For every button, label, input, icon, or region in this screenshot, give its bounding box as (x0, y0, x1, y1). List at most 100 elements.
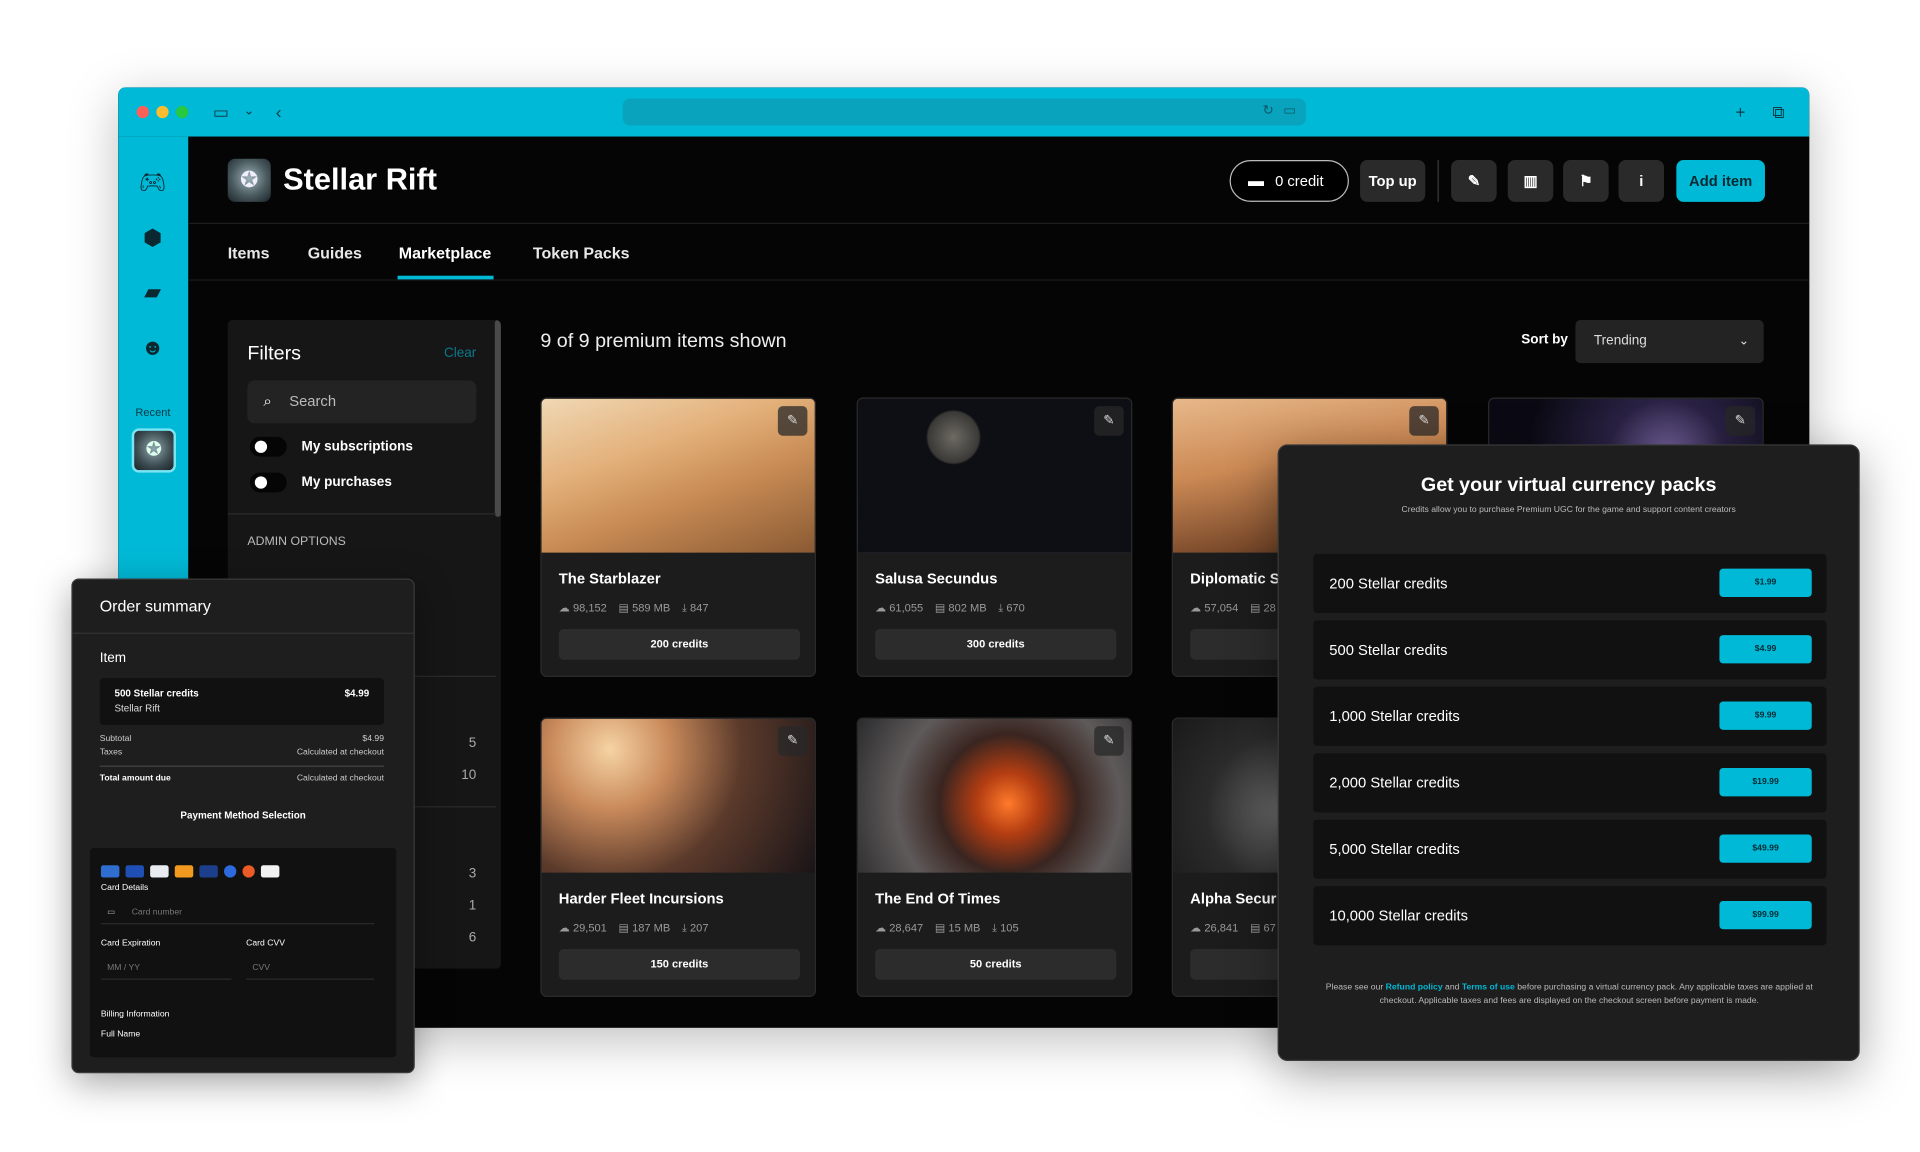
filters-title: Filters (247, 343, 302, 365)
chevron-down-icon[interactable]: ⌄ (244, 101, 254, 123)
taxes-value: Calculated at checkout (296, 748, 385, 757)
folder-icon[interactable]: ▰ (135, 277, 169, 307)
top-up-button[interactable]: Top up (1360, 160, 1426, 202)
card-number-placeholder: Card number (131, 908, 182, 917)
pack-name: 5,000 Stellar credits (1329, 840, 1460, 858)
maximize-window-button[interactable] (176, 105, 189, 119)
pack-buy-button[interactable]: $99.99 (1719, 900, 1812, 930)
tab-guides[interactable]: Guides (308, 244, 362, 262)
item-image (541, 398, 815, 553)
edit-button[interactable]: ✎ (1451, 160, 1497, 202)
packs-title: Get your virtual currency packs (1420, 475, 1717, 497)
toggle-switch[interactable] (249, 472, 287, 493)
pack-buy-button[interactable]: $9.99 (1719, 701, 1812, 730)
cubes-icon[interactable]: ⬢ (135, 223, 169, 253)
pencil-icon[interactable]: ✎ (777, 406, 808, 436)
diners-icon[interactable] (125, 865, 145, 878)
add-item-button[interactable]: Add item (1676, 160, 1765, 202)
item-card[interactable]: ✎ Harder Fleet Incursions ☁ 29,501 ▤ 187… (540, 717, 817, 997)
item-card[interactable]: ✎ The End Of Times ☁ 28,647 ▤ 15 MB ⤓ 10… (856, 717, 1133, 997)
total-value: Calculated at checkout (296, 774, 385, 783)
mastercard-icon[interactable] (242, 865, 255, 878)
terms-of-use-link[interactable]: Terms of use (1462, 983, 1515, 992)
card-brands (100, 862, 286, 884)
pencil-icon[interactable]: ✎ (1725, 406, 1756, 436)
discover-icon[interactable] (174, 865, 194, 878)
minimize-window-button[interactable] (156, 105, 169, 119)
wallet-icon: ▬ (1248, 171, 1265, 190)
back-icon[interactable]: ‹ (276, 101, 282, 123)
item-stats: ☁ 29,501 ▤ 187 MB ⤓ 207 (559, 922, 717, 936)
reload-icon[interactable]: ↻ (1263, 102, 1274, 118)
total-label: Total amount due (99, 774, 171, 783)
card-number-input[interactable]: ▭ Card number (100, 902, 375, 925)
pack-buy-button[interactable]: $19.99 (1719, 768, 1812, 797)
pack-buy-button[interactable]: $1.99 (1719, 568, 1812, 597)
url-bar[interactable]: ↻ ▭ (622, 98, 1306, 126)
pencil-icon: ✎ (1467, 172, 1481, 190)
item-price-button[interactable]: 150 credits (558, 948, 801, 980)
order-summary-title: Order summary (99, 596, 211, 616)
chart-icon: ▥ (1523, 172, 1538, 190)
clear-filters-link[interactable]: Clear (444, 346, 476, 361)
item-price-button[interactable]: 50 credits (875, 948, 1117, 980)
search-icon: ⌕ (263, 392, 272, 410)
order-summary-header: Order summary (72, 580, 414, 634)
header-divider (1437, 160, 1439, 202)
pencil-icon[interactable]: ✎ (1094, 406, 1124, 436)
footer-text: and (1445, 983, 1460, 993)
users-icon[interactable]: ☻ (135, 332, 169, 362)
item-price-button[interactable]: 300 credits (875, 628, 1117, 660)
new-tab-icon[interactable]: + (1735, 101, 1745, 123)
card-expiration-label: Card Expiration (100, 939, 161, 948)
visa-icon[interactable] (260, 865, 280, 878)
amex-icon[interactable] (100, 865, 120, 878)
tab-marketplace[interactable]: Marketplace (399, 244, 492, 262)
search-input[interactable]: ⌕ Search (247, 380, 477, 424)
pack-buy-button[interactable]: $49.99 (1719, 834, 1812, 863)
pencil-icon[interactable]: ✎ (1409, 406, 1439, 436)
page-title: Stellar Rift (283, 162, 437, 197)
maestro-icon[interactable] (224, 865, 237, 878)
filters-scrollbar[interactable] (494, 320, 501, 517)
sidebar-toggle-icon[interactable]: ▭ (213, 101, 229, 123)
gamepad-icon[interactable]: 🎮︎ (135, 167, 169, 197)
jcb-icon[interactable] (199, 865, 218, 878)
report-button[interactable]: ⚑ (1563, 160, 1609, 202)
card-cvv-input[interactable]: CVV (246, 958, 375, 980)
card-cvv-label: Card CVV (246, 939, 285, 948)
flag-icon: ⚑ (1579, 172, 1593, 190)
tab-items[interactable]: Items (228, 244, 270, 262)
currency-pack-row: 2,000 Stellar credits $19.99 (1313, 753, 1827, 813)
tabs-overview-icon[interactable]: ⧉ (1772, 101, 1784, 123)
refund-policy-link[interactable]: Refund policy (1386, 983, 1443, 992)
pack-name: 1,000 Stellar credits (1329, 707, 1460, 725)
tab-token-packs[interactable]: Token Packs (533, 244, 630, 262)
pack-buy-button[interactable]: $4.99 (1719, 635, 1812, 664)
recent-game-thumbnail[interactable]: ✪ (131, 428, 177, 473)
file-size: ▤ 15 MB (934, 921, 981, 935)
pencil-icon[interactable]: ✎ (1094, 726, 1124, 756)
credit-balance-pill[interactable]: ▬ 0 credit (1229, 160, 1349, 202)
sort-label: Sort by (1521, 332, 1568, 348)
install-count: ⤓ 105 (992, 921, 1019, 935)
item-image (857, 398, 1132, 553)
close-window-button[interactable] (136, 105, 149, 119)
card-expiration-input[interactable]: MM / YY (100, 958, 232, 980)
file-size: ▤ 67 (1249, 921, 1276, 935)
credit-balance: 0 credit (1275, 172, 1324, 190)
file-size: ▤ 187 MB (618, 921, 671, 935)
pencil-icon[interactable]: ✎ (777, 726, 808, 756)
item-card[interactable]: ✎ Salusa Secundus ☁ 61,055 ▤ 802 MB ⤓ 67… (856, 397, 1133, 677)
sort-dropdown[interactable]: Trending ⌄ (1575, 320, 1764, 364)
item-card[interactable]: ✎ The Starblazer ☁ 98,152 ▤ 589 MB ⤓ 847… (540, 397, 817, 677)
taxes-row: Taxes Calculated at checkout (100, 748, 384, 757)
item-price-button[interactable]: 200 credits (558, 628, 801, 660)
unionpay-icon[interactable] (150, 865, 169, 878)
info-button[interactable]: i (1618, 160, 1665, 202)
toggle-switch[interactable] (249, 436, 287, 457)
stats-button[interactable]: ▥ (1507, 160, 1554, 202)
screen-icon[interactable]: ▭ (1283, 102, 1296, 118)
items-count: 9 of 9 premium items shown (540, 331, 787, 353)
game-logo: ✪ (227, 158, 271, 202)
